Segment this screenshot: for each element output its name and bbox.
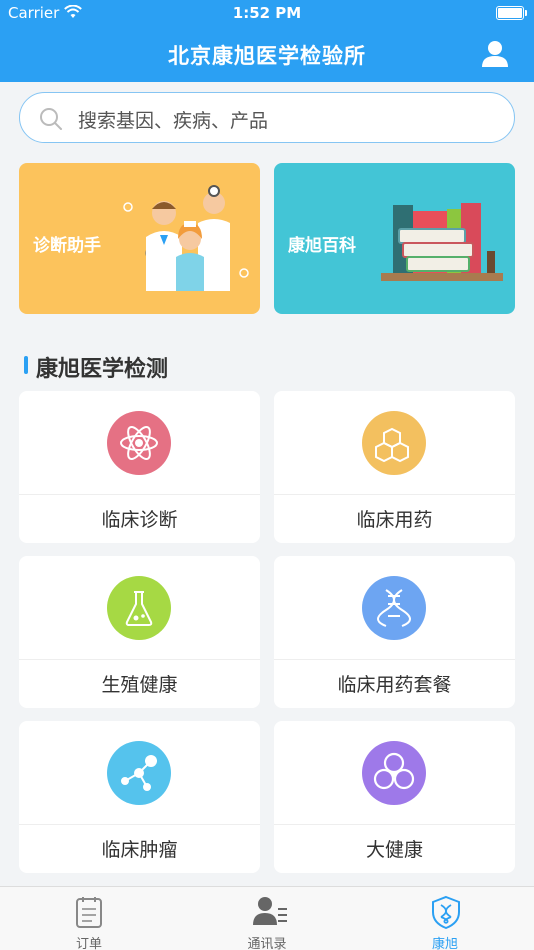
- category-label: 大健康: [365, 839, 423, 861]
- category-card-clinical-oncology[interactable]: 临床肿瘤: [19, 721, 260, 873]
- books-illustration-icon: [377, 181, 507, 305]
- search-input[interactable]: 搜索基因、疾病、产品: [19, 92, 515, 143]
- banner-label: 康旭百科: [288, 236, 356, 256]
- doctors-illustration-icon: [122, 181, 252, 305]
- tab-label: 通讯录: [247, 937, 287, 950]
- category-card-big-health[interactable]: 大健康: [274, 721, 515, 873]
- molecule-icon: [362, 411, 426, 475]
- category-label: 生殖健康: [101, 674, 178, 696]
- category-label: 临床用药: [356, 509, 433, 531]
- category-label: 临床诊断: [101, 509, 178, 531]
- molecule-nodes-icon: [107, 741, 171, 805]
- tab-orders[interactable]: 订单: [0, 887, 178, 950]
- atom-icon: [107, 411, 171, 475]
- clipboard-icon: [74, 895, 104, 933]
- search-placeholder: 搜索基因、疾病、产品: [78, 110, 269, 132]
- dna-icon: [362, 576, 426, 640]
- category-card-medication-package[interactable]: 临床用药套餐: [274, 556, 515, 708]
- status-bar: Carrier 1:52 PM: [0, 0, 534, 28]
- tab-kangxu[interactable]: 康旭: [356, 887, 534, 950]
- user-icon[interactable]: [480, 38, 510, 68]
- shield-dna-icon: [430, 895, 462, 933]
- category-card-clinical-diagnosis[interactable]: 临床诊断: [19, 391, 260, 543]
- tab-label: 订单: [75, 937, 102, 950]
- diagnosis-assistant-banner[interactable]: 诊断助手: [19, 163, 260, 314]
- category-card-clinical-medication[interactable]: 临床用药: [274, 391, 515, 543]
- category-label: 临床用药套餐: [337, 674, 452, 696]
- tab-bar: 订单 通讯录 康旭: [0, 886, 534, 950]
- banner-label: 诊断助手: [33, 236, 101, 256]
- biohazard-icon: [362, 741, 426, 805]
- search-icon: [39, 107, 63, 135]
- header-bar: Carrier 1:52 PM 北京康旭医学检验所: [0, 0, 534, 82]
- category-card-reproductive-health[interactable]: 生殖健康: [19, 556, 260, 708]
- kangxu-wiki-banner[interactable]: 康旭百科: [274, 163, 515, 314]
- status-time: 1:52 PM: [232, 4, 302, 22]
- flask-icon: [107, 576, 171, 640]
- category-label: 临床肿瘤: [101, 839, 178, 861]
- battery-icon: [496, 6, 527, 20]
- tab-contacts[interactable]: 通讯录: [178, 887, 356, 950]
- contacts-icon: [252, 895, 288, 931]
- section-accent-bar: [24, 356, 28, 374]
- page-title: 北京康旭医学检验所: [168, 44, 366, 68]
- tab-label: 康旭: [431, 937, 458, 950]
- section-title-text: 康旭医学检测: [36, 357, 169, 382]
